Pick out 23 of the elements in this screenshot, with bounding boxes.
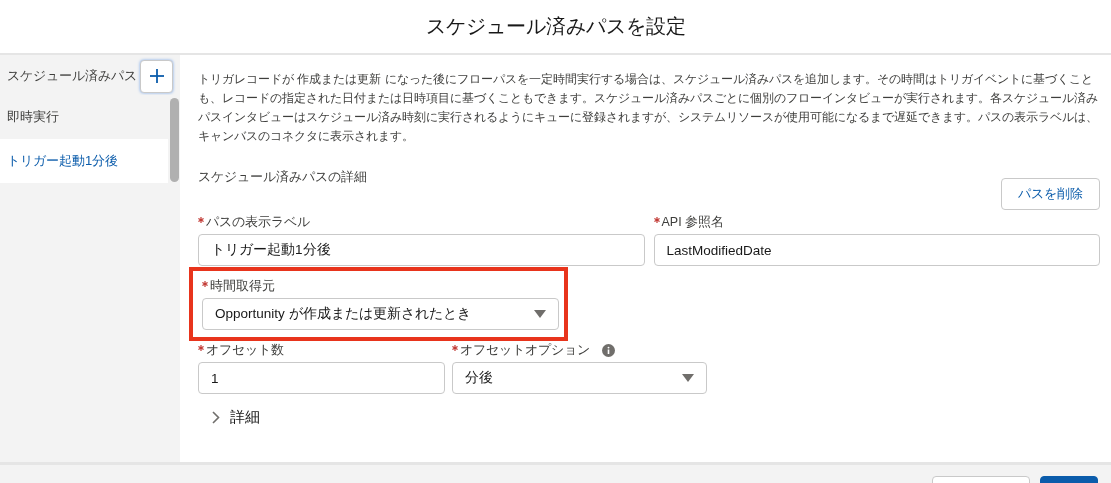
select-field[interactable]: Opportunity が作成または更新されたとき bbox=[202, 298, 559, 330]
field-label: オフセット数 bbox=[206, 341, 284, 359]
field-label: 時間取得元 bbox=[210, 277, 275, 295]
text-field[interactable]: 1 bbox=[198, 362, 445, 394]
dropdown-caret-icon bbox=[534, 310, 546, 318]
plus-icon bbox=[149, 69, 164, 83]
text-field[interactable]: トリガー起動1分後 bbox=[198, 234, 645, 266]
field-label: オフセットオプション bbox=[460, 341, 590, 359]
chevron-icon bbox=[212, 411, 220, 424]
sidebar-item[interactable]: トリガー起動1分後 bbox=[0, 139, 168, 183]
description-text: トリガレコードが 作成または更新 になった後にフローパスを一定時間実行する場合は、スケジュール済みパスを追加します。その時間はトリガイベントに基づくことも、レコードの指定された日付または日時項目に基づくこともできます。スケジュール済みパスごとに個別のフローインタビューが実行されます。各スケジュール済みパスインタビューはスケジュール済み時刻に実行されるようにキューに登録されますが、システムリソースが使用可能になるまで遅延できます。パスの表示ラベルは、キャンバスのコネクタに表示されます。 bbox=[198, 71, 1099, 145]
text-field[interactable]: LastModifiedDate bbox=[653, 234, 1100, 266]
scrollbar-thumb[interactable] bbox=[169, 98, 179, 182]
delete-button[interactable]: パスを削除 bbox=[1001, 178, 1100, 210]
add-button[interactable] bbox=[140, 59, 173, 93]
field-label: API 参照名 bbox=[661, 213, 725, 231]
info-icon[interactable] bbox=[602, 343, 615, 357]
details-toggle[interactable]: 詳細 bbox=[198, 407, 266, 428]
dropdown-caret-icon bbox=[682, 374, 694, 382]
sidebar-heading: スケジュール済みパス bbox=[7, 67, 137, 85]
select-field[interactable]: 分後 bbox=[452, 362, 707, 394]
field-label: パスの表示ラベル bbox=[206, 213, 310, 231]
section-title: スケジュール済みパスの詳細 bbox=[198, 168, 367, 186]
